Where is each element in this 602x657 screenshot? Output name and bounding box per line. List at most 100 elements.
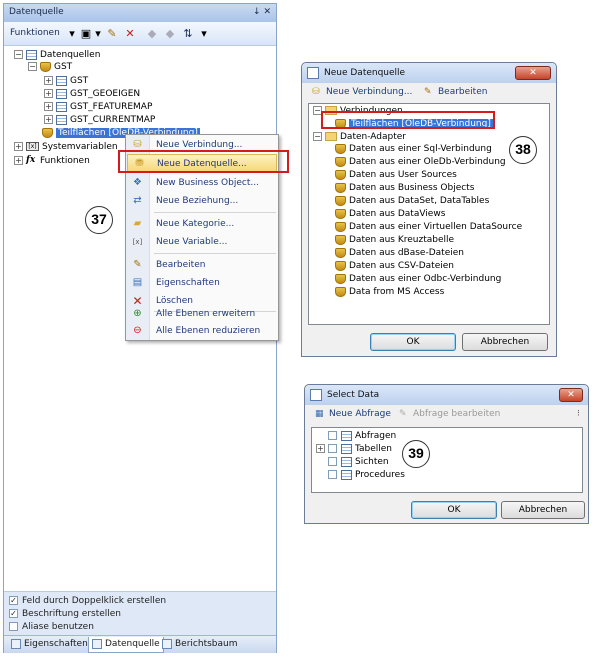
new-query-button[interactable]: Neue Abfrage — [329, 409, 391, 419]
menu-item-edit[interactable]: ✎ Bearbeiten — [126, 256, 278, 274]
datasources-icon — [26, 49, 37, 60]
edit-query-button[interactable]: Abfrage bearbeiten — [413, 409, 500, 419]
database-icon — [335, 208, 346, 219]
properties-icon — [11, 638, 21, 649]
tree-node-adapter[interactable]: Daten aus CSV-Dateien — [335, 260, 454, 273]
expand-icon[interactable]: + — [44, 115, 53, 124]
tree-node-adapter[interactable]: Daten aus einer Virtuellen DataSource — [335, 221, 522, 234]
database-icon — [40, 61, 51, 72]
collapse-icon[interactable]: − — [14, 50, 23, 59]
option-use-aliases[interactable]: Aliase benutzen — [9, 621, 94, 633]
tree-node-adapter[interactable]: Daten aus Business Objects — [335, 182, 474, 195]
close-button[interactable]: ✕ — [515, 66, 551, 80]
checkbox-unchecked[interactable] — [328, 457, 337, 466]
tree-node-table[interactable]: + GST_FEATUREMAP — [44, 101, 152, 114]
tree-node-adapter[interactable]: Daten aus dBase-Dateien — [335, 247, 464, 260]
collapse-icon[interactable]: − — [28, 62, 37, 71]
new-query-icon: ▦ — [315, 409, 324, 419]
toolbar-overflow-icon[interactable]: ⁝ — [577, 409, 580, 419]
tree-node-table[interactable]: + GST_GEOEIGEN — [44, 88, 140, 101]
report-tree-icon — [162, 638, 172, 649]
panel-title: Datenquelle — [9, 7, 64, 17]
tree-node-table[interactable]: + GST — [44, 75, 88, 88]
table-icon — [56, 88, 67, 99]
tree-node-adapter[interactable]: Daten aus DataViews — [335, 208, 445, 221]
panel-title-controls[interactable]: ↓ ✕ — [253, 7, 271, 17]
menu-item-new-category[interactable]: ▰ Neue Kategorie... — [126, 215, 278, 233]
menu-item-expand-all[interactable]: ⊕ Alle Ebenen erweitern — [126, 305, 278, 323]
tree-node-adapter[interactable]: Daten aus DataSet, DataTables — [335, 195, 489, 208]
checkbox-checked[interactable]: ✓ — [9, 596, 18, 605]
sort-icon[interactable]: ⇅ — [180, 26, 196, 42]
expand-icon[interactable]: + — [14, 142, 23, 151]
database-icon — [335, 247, 346, 258]
variable-icon: [x] — [132, 238, 143, 246]
tree-node-abfragen[interactable]: Abfragen — [316, 430, 396, 443]
tree-node-gst[interactable]: − GST — [28, 61, 72, 74]
datasource-type-tree: − Verbindungen Teilflächen [OleDB-Verbind… — [308, 103, 550, 325]
cancel-button[interactable]: Abbrechen — [462, 333, 548, 351]
menu-item-new-relation[interactable]: ⇄ Neue Beziehung... — [126, 192, 278, 210]
expand-icon[interactable]: + — [44, 89, 53, 98]
ok-button[interactable]: OK — [411, 501, 497, 519]
edit-icon: ✎ — [399, 409, 407, 419]
new-datasource-dialog: Neue Datenquelle ✕ ⛁ Neue Verbindung... … — [301, 62, 557, 357]
database-icon — [335, 234, 346, 245]
checkbox-unchecked[interactable] — [328, 444, 337, 453]
tab-eigenschaften[interactable]: Eigenschaften — [8, 637, 91, 653]
ok-button[interactable]: OK — [370, 333, 456, 351]
collapse-icon[interactable]: − — [313, 132, 322, 141]
database-icon — [335, 273, 346, 284]
dialog-toolbar: ⛁ Neue Verbindung... ✎ Bearbeiten — [306, 85, 554, 103]
tree-node-adapter[interactable]: Daten aus einer OleDb-Verbindung — [335, 156, 506, 169]
tree-node-adapter[interactable]: Daten aus einer Sql-Verbindung — [335, 143, 492, 156]
move-up-icon[interactable]: ◆ — [144, 26, 160, 42]
checkbox-unchecked[interactable] — [328, 470, 337, 479]
dialog-toolbar: ▦ Neue Abfrage ✎ Abfrage bearbeiten ⁝ — [309, 407, 586, 425]
expand-icon[interactable]: + — [44, 102, 53, 111]
properties-icon: ▤ — [132, 277, 143, 288]
tree-node-adapter[interactable]: Daten aus einer Odbc-Verbindung — [335, 273, 501, 286]
checkbox-unchecked[interactable] — [328, 431, 337, 440]
folder-icon: ▰ — [133, 218, 142, 229]
expand-icon[interactable]: + — [316, 444, 325, 453]
tree-node-sichten[interactable]: Sichten — [316, 456, 389, 469]
cancel-button[interactable]: Abbrechen — [501, 501, 585, 519]
tree-node-table[interactable]: + GST_CURRENTMAP — [44, 114, 155, 127]
edit-icon[interactable]: ✎ — [104, 26, 120, 42]
dropdown-arrow-icon[interactable]: ▾ — [196, 26, 212, 42]
tree-node-adapter[interactable]: Daten aus Kreuztabelle — [335, 234, 454, 247]
callout-37: 37 — [85, 206, 113, 234]
menu-separator — [154, 212, 276, 213]
edit-button[interactable]: Bearbeiten — [438, 87, 487, 97]
tree-node-funktionen[interactable]: + fx Funktionen — [14, 154, 90, 167]
new-connection-button[interactable]: Neue Verbindung... — [326, 87, 412, 97]
callout-39: 39 — [402, 440, 430, 468]
menu-item-collapse-all[interactable]: ⊖ Alle Ebenen reduzieren — [126, 322, 278, 340]
checkbox-unchecked[interactable] — [9, 622, 18, 631]
tree-node-procedures[interactable]: Procedures — [316, 469, 405, 482]
menu-item-new-variable[interactable]: [x] Neue Variable... — [126, 233, 278, 251]
menu-item-new-business-object[interactable]: ❖ New Business Object... — [126, 174, 278, 192]
procedure-icon — [341, 469, 352, 480]
tree-node-adapter[interactable]: Daten aus User Sources — [335, 169, 457, 182]
tab-datenquelle[interactable]: Datenquelle — [88, 637, 164, 653]
expand-icon[interactable]: + — [44, 76, 53, 85]
tab-berichtsbaum[interactable]: Berichtsbaum — [159, 637, 240, 653]
move-down-icon[interactable]: ◆ — [162, 26, 178, 42]
checkbox-checked[interactable]: ✓ — [9, 609, 18, 618]
tree-node-tabellen[interactable]: + Tabellen — [316, 443, 392, 456]
datasource-icon — [92, 638, 102, 649]
function-icon: fx — [26, 155, 36, 165]
close-button[interactable]: ✕ — [559, 388, 583, 402]
menu-item-properties[interactable]: ▤ Eigenschaften — [126, 274, 278, 292]
delete-icon[interactable]: ✕ — [122, 26, 138, 42]
tree-node-adapter[interactable]: Data from MS Access — [335, 286, 444, 299]
option-create-caption[interactable]: ✓ Beschriftung erstellen — [9, 608, 121, 620]
expand-icon[interactable]: + — [14, 156, 23, 165]
view-icon — [341, 456, 352, 467]
relation-icon: ⇄ — [133, 195, 142, 206]
functions-menu[interactable]: Funktionen — [10, 28, 60, 38]
tree-node-systemvariablen[interactable]: + [x] Systemvariablen — [14, 141, 118, 154]
option-create-field-doubleclick[interactable]: ✓ Feld durch Doppelklick erstellen — [9, 595, 166, 607]
